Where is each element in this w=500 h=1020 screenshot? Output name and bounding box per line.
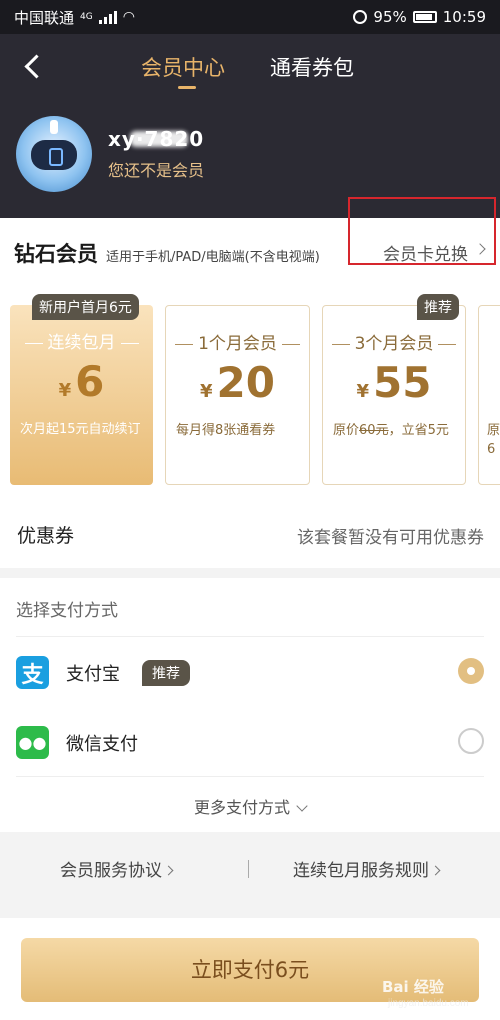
tab-ticket-pack[interactable]: 通看券包 <box>270 52 354 82</box>
service-agreement-link[interactable]: 会员服务协议 <box>60 856 174 881</box>
plan-title: 连续包月 <box>10 328 153 353</box>
separator <box>248 860 249 878</box>
battery-icon <box>412 11 437 23</box>
payment-label: 微信支付 <box>66 734 138 755</box>
recommended-badge: 推荐 <box>417 294 459 320</box>
user-profile: xy·7820 您还不是会员 <box>16 116 204 192</box>
membership-status: 您还不是会员 <box>108 161 205 180</box>
plan-price-value: 55 <box>373 358 432 407</box>
chevron-right-icon <box>163 865 174 876</box>
plan-card-partial[interactable]: 原6 <box>478 305 500 485</box>
active-tab-indicator <box>178 86 196 89</box>
back-arrow-icon[interactable] <box>18 50 48 80</box>
recommended-badge: 推荐 <box>142 660 190 686</box>
auto-renew-rules-link[interactable]: 连续包月服务规则 <box>293 856 441 881</box>
payment-option-wechat[interactable]: ●● 微信支付 <box>0 714 500 770</box>
battery-percent: 95% <box>373 8 407 26</box>
alarm-icon <box>353 10 368 24</box>
header: 会员中心 通看券包 xy·7820 您还不是会员 <box>0 34 500 218</box>
name-redaction <box>130 131 188 147</box>
plan-card-3-month[interactable]: 3个月会员 ¥55 原价60元，立省5元 <box>322 305 466 485</box>
watermark: Bai 经验 <box>382 978 444 996</box>
wifi-icon: ◠ <box>122 9 135 25</box>
plan-desc-suffix: ，立省5元 <box>388 423 449 438</box>
top-nav: 会员中心 通看券包 <box>0 34 500 98</box>
plan-desc-prefix: 原价 <box>333 423 360 438</box>
watermark-url: jingyan.baidu.com <box>388 998 469 1009</box>
plan-price: ¥55 <box>323 358 465 407</box>
plan-price-value: 6 <box>75 357 105 406</box>
currency-symbol: ¥ <box>200 381 213 402</box>
clock: 10:59 <box>442 8 486 26</box>
more-payment-label: 更多支付方式 <box>193 798 290 817</box>
network-type: 4G <box>80 12 93 22</box>
service-agreement-label: 会员服务协议 <box>60 861 162 881</box>
plan-price: ¥6 <box>10 357 153 406</box>
signal-icon <box>98 10 117 24</box>
auto-renew-rules-label: 连续包月服务规则 <box>293 861 429 881</box>
avatar[interactable] <box>16 116 92 192</box>
plan-card-monthly-auto[interactable]: 连续包月 ¥6 次月起15元自动续订 <box>10 305 153 485</box>
plan-title: 1个月会员 <box>166 329 309 354</box>
currency-symbol: ¥ <box>58 380 72 401</box>
plan-desc: 原6 <box>487 423 500 457</box>
robot-face-icon <box>31 140 77 170</box>
payment-option-alipay[interactable]: 支 支付宝 推荐 <box>0 644 500 700</box>
coupon-value: 该套餐暂没有可用优惠券 <box>297 528 484 548</box>
divider <box>16 636 484 637</box>
plan-desc: 次月起15元自动续订 <box>20 422 141 437</box>
plan-card-1-month[interactable]: 1个月会员 ¥20 每月得8张通看券 <box>165 305 310 485</box>
payment-heading: 选择支付方式 <box>16 601 118 621</box>
plan-desc: 每月得8张通看券 <box>176 423 276 438</box>
radio-selected[interactable] <box>458 658 484 684</box>
coupon-label: 优惠券 <box>17 525 75 547</box>
plan-price: ¥20 <box>166 358 309 407</box>
original-price: 60元 <box>359 423 389 438</box>
coupon-row[interactable]: 优惠券 该套餐暂没有可用优惠券 <box>0 505 500 561</box>
status-bar: 中国联通 4G ◠ 95% 10:59 <box>0 0 500 34</box>
membership-subtitle: 适用于手机/PAD/电脑端(不含电视端) <box>106 250 320 265</box>
more-payment-methods[interactable]: 更多支付方式 <box>0 794 500 818</box>
divider <box>16 776 484 777</box>
carrier-label: 中国联通 <box>14 8 75 27</box>
plan-desc: 原价60元，立省5元 <box>333 421 457 440</box>
payment-section: 选择支付方式 支 支付宝 推荐 ●● 微信支付 更多支付方式 <box>0 578 500 832</box>
radio-unselected[interactable] <box>458 728 484 754</box>
highlight-box <box>348 197 496 265</box>
bottom-bar: 立即支付6元 Bai 经验 jingyan.baidu.com <box>0 918 500 1020</box>
payment-label: 支付宝 <box>66 664 120 685</box>
tab-member-center[interactable]: 会员中心 <box>141 52 225 82</box>
plan-price-value: 20 <box>216 358 275 407</box>
robot-antenna-icon <box>50 120 58 134</box>
currency-symbol: ¥ <box>356 381 370 402</box>
alipay-icon: 支 <box>16 656 49 689</box>
new-user-badge: 新用户首月6元 <box>32 294 139 320</box>
chevron-right-icon <box>430 865 441 876</box>
membership-title: 钻石会员 <box>14 242 98 266</box>
wechat-icon: ●● <box>16 726 49 759</box>
chevron-down-icon <box>296 800 308 812</box>
agreement-links: 会员服务协议 连续包月服务规则 <box>0 844 500 894</box>
plan-title: 3个月会员 <box>323 329 465 354</box>
